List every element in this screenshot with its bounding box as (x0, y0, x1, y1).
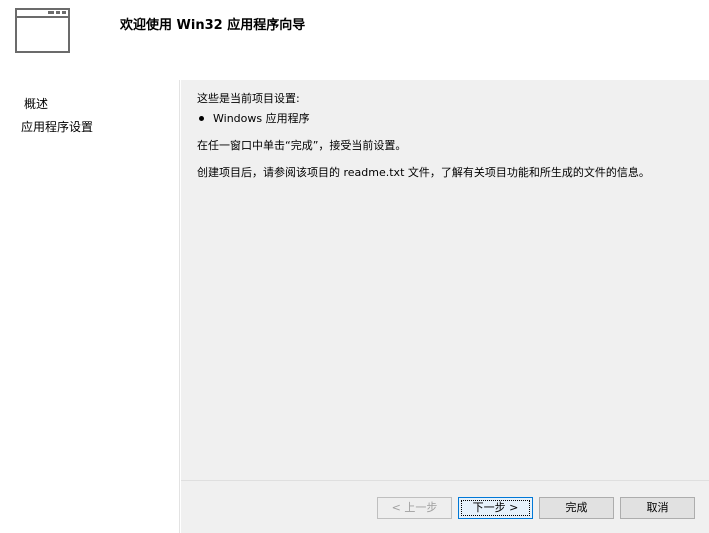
next-button[interactable]: 下一步 > (458, 497, 533, 519)
nav-item-overview[interactable]: 概述 (24, 95, 48, 112)
wizard-title: 欢迎使用 Win32 应用程序向导 (120, 18, 306, 33)
finish-hint: 在任一窗口中单击“完成”，接受当前设置。 (197, 139, 407, 152)
settings-bullet: Windows 应用程序 (199, 110, 310, 126)
readme-hint: 创建项目后，请参阅该项目的 readme.txt 文件，了解有关项目功能和所生成… (197, 166, 650, 179)
wizard-dialog: 欢迎使用 Win32 应用程序向导 概述 应用程序设置 这些是当前项目设置: W… (0, 0, 709, 533)
finish-button[interactable]: 完成 (539, 497, 614, 519)
content-panel: 这些是当前项目设置: Windows 应用程序 在任一窗口中单击“完成”，接受当… (181, 80, 709, 480)
wizard-header: 欢迎使用 Win32 应用程序向导 (0, 0, 709, 80)
window-icon (15, 8, 70, 53)
settings-heading: 这些是当前项目设置: (197, 92, 300, 105)
bullet-text: Windows 应用程序 (213, 112, 310, 125)
button-bar: < 上一步 下一步 > 完成 取消 (181, 480, 709, 533)
nav-panel: 概述 应用程序设置 (0, 80, 180, 533)
bullet-icon (199, 115, 204, 121)
nav-item-app-settings[interactable]: 应用程序设置 (21, 118, 93, 135)
prev-button[interactable]: < 上一步 (377, 497, 452, 519)
cancel-button[interactable]: 取消 (620, 497, 695, 519)
